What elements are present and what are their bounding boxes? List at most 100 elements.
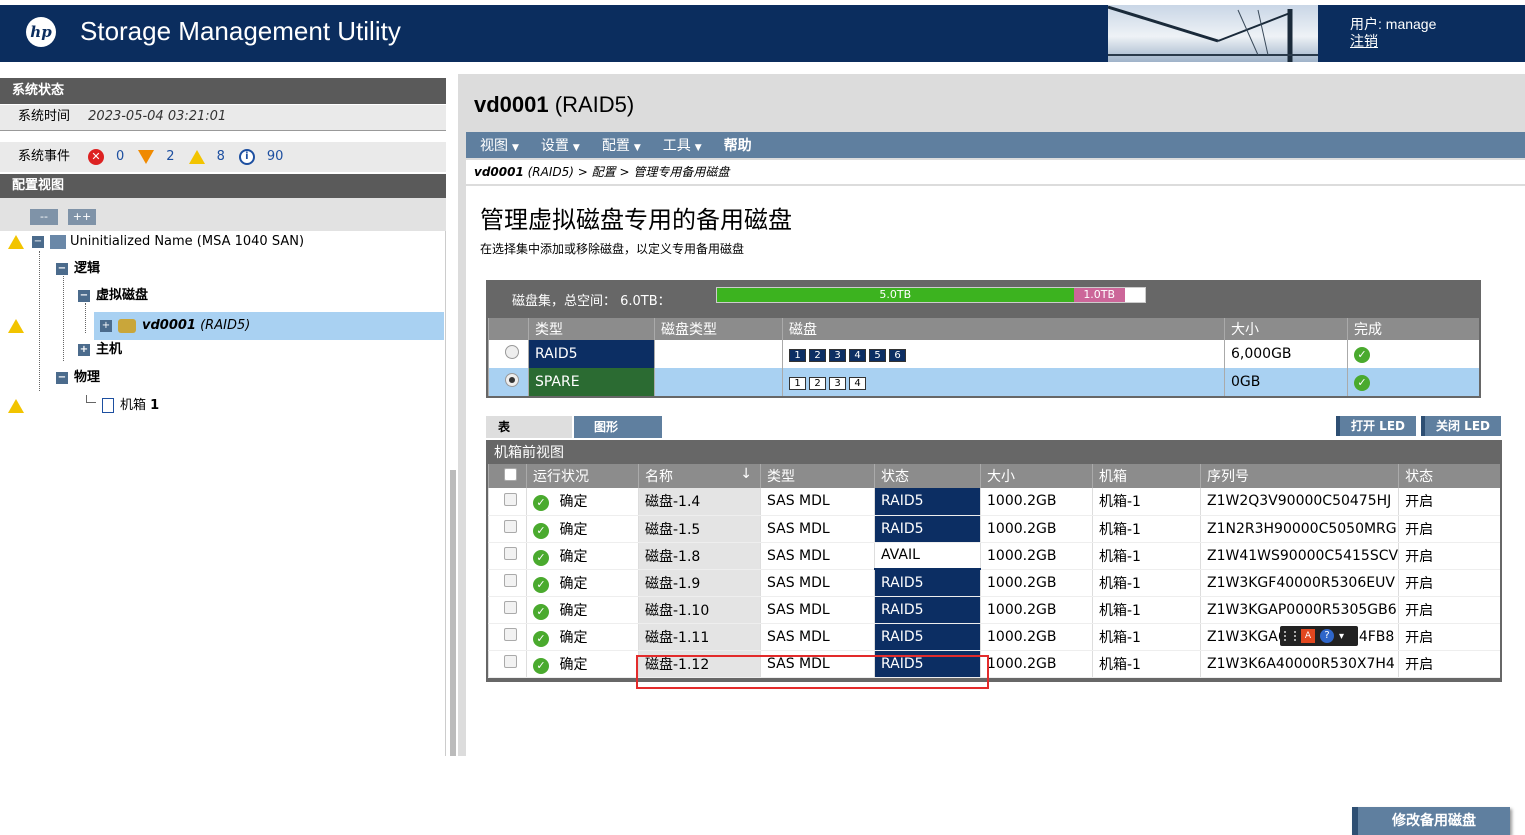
done-cell: ✓ <box>1347 340 1479 368</box>
left-panel: 系统状态 系统时间 2023-05-04 03:21:01 系统事件 ✕ 0 2… <box>0 74 450 756</box>
size-cell: 1000.2GB <box>980 623 1093 651</box>
system-status-title: 系统状态 <box>0 78 446 104</box>
checkbox-cell[interactable] <box>488 650 527 678</box>
warning-count[interactable]: 8 <box>217 142 225 172</box>
checkbox-cell[interactable] <box>488 623 527 651</box>
row-checkbox[interactable] <box>504 628 517 641</box>
collapse-toggle-icon[interactable]: − <box>78 289 90 302</box>
check-icon: ✓ <box>533 549 549 566</box>
checkbox-cell[interactable] <box>488 515 527 543</box>
col-enclosure[interactable]: 机箱 <box>1092 464 1201 488</box>
disk-slot[interactable]: 6 <box>889 349 906 362</box>
warning-icon <box>8 235 24 249</box>
row-checkbox[interactable] <box>504 547 517 560</box>
critical-icon: ✕ <box>88 149 105 165</box>
disk-slot[interactable]: 2 <box>809 349 826 362</box>
tree-hosts-label: 主机 <box>96 342 123 357</box>
breadcrumb-vd[interactable]: vd0001 <box>474 165 524 179</box>
table-row[interactable]: ✓ 确定 磁盘-1.5 SAS MDL RAID5 1000.2GB 机箱-1 Z1N2R3… <box>488 515 1500 543</box>
table-row[interactable]: ✓ 确定 磁盘-1.10 SAS MDL RAID5 1000.2GB 机箱-1 Z1W3K… <box>488 596 1500 624</box>
enclosure-cell: 机箱-1 <box>1092 542 1201 570</box>
critical-count[interactable]: 0 <box>116 142 124 172</box>
tree-vdisks-label: 虚拟磁盘 <box>96 288 149 303</box>
col-health[interactable]: 运行状况 <box>526 464 639 488</box>
expand-toggle-icon[interactable]: + <box>100 319 112 332</box>
tree-node-vd0001[interactable]: + vd0001 (RAID5) <box>100 315 250 337</box>
row-checkbox[interactable] <box>504 601 517 614</box>
row-checkbox[interactable] <box>504 655 517 668</box>
health-cell: ✓ 确定 <box>526 488 639 516</box>
row-checkbox[interactable] <box>504 492 517 506</box>
menu-help[interactable]: 帮助 <box>724 135 752 155</box>
menu-settings[interactable]: 设置 ▼ <box>541 135 580 155</box>
capacity-free: 1.0TB <box>1073 288 1125 302</box>
table-row[interactable]: ✓ 确定 磁盘-1.8 SAS MDL AVAIL 1000.2GB 机箱-1 Z1W41W… <box>488 542 1500 570</box>
col-status[interactable]: 状态 <box>874 464 981 488</box>
col-type[interactable]: 类型 <box>760 464 875 488</box>
name-cell: 磁盘-1.9 <box>638 569 761 597</box>
col-serial[interactable]: 序列号 <box>1199 464 1399 488</box>
row-checkbox[interactable] <box>504 574 517 587</box>
check-icon: ✓ <box>1354 346 1370 363</box>
grip-icon[interactable] <box>1284 631 1296 641</box>
panel-splitter[interactable] <box>450 470 456 756</box>
radio-button[interactable] <box>504 345 519 359</box>
row-checkbox[interactable] <box>504 520 517 533</box>
disk-slot[interactable]: 3 <box>829 349 846 362</box>
disk-slot[interactable]: 1 <box>789 349 806 362</box>
error-count[interactable]: 2 <box>166 142 174 172</box>
disk-slot[interactable]: 4 <box>849 377 866 390</box>
tree-node-physical[interactable]: − 物理 <box>56 367 100 389</box>
radio-button[interactable] <box>504 373 519 387</box>
tree-node-logical[interactable]: − 逻辑 <box>56 258 100 280</box>
tree-node-hosts[interactable]: + 主机 <box>78 339 122 361</box>
select-all-checkbox[interactable] <box>504 467 517 481</box>
health-label: 确定 <box>559 521 588 538</box>
collapse-toggle-icon[interactable]: − <box>32 235 44 248</box>
collapse-all-button[interactable]: -- <box>30 209 58 225</box>
help-icon[interactable]: ? <box>1320 629 1334 643</box>
system-events-label: 系统事件 <box>18 149 71 164</box>
collapse-toggle-icon[interactable]: − <box>56 262 68 275</box>
logout-link[interactable]: 注销 <box>1350 31 1378 51</box>
info-count[interactable]: 90 <box>267 142 284 172</box>
col-size[interactable]: 大小 <box>980 464 1093 488</box>
tree-connector <box>85 303 86 333</box>
table-row[interactable]: ✓ 确定 磁盘-1.9 SAS MDL RAID5 1000.2GB 机箱-1 Z1W3KG… <box>488 569 1500 597</box>
checkbox-cell[interactable] <box>488 596 527 624</box>
floating-toolbar[interactable]: A ? ▾ <box>1280 626 1358 646</box>
disk-slot[interactable]: 1 <box>789 377 806 390</box>
expand-all-button[interactable]: ++ <box>68 209 96 225</box>
checkbox-cell[interactable] <box>488 542 527 570</box>
disk-slot[interactable]: 3 <box>829 377 846 390</box>
table-row[interactable]: ✓ 确定 磁盘-1.4 SAS MDL RAID5 1000.2GB 机箱-1 Z1W2Q3… <box>488 488 1500 516</box>
select-cell[interactable] <box>488 340 529 368</box>
menu-view[interactable]: 视图 ▼ <box>480 135 519 155</box>
select-cell[interactable] <box>488 368 529 396</box>
tree-node-vdisks[interactable]: − 虚拟磁盘 <box>78 285 148 307</box>
table-row[interactable]: SPARE 1234 0GB ✓ <box>488 368 1479 396</box>
collapse-toggle-icon[interactable]: − <box>56 371 68 384</box>
system-events-row[interactable]: 系统事件 ✕ 0 2 8 i 90 <box>0 142 446 172</box>
modify-spares-button[interactable]: 修改备用磁盘 <box>1352 807 1510 835</box>
tree-node-enclosure[interactable]: 机箱 1 <box>86 395 159 417</box>
pdf-icon[interactable]: A <box>1301 629 1315 643</box>
checkbox-cell[interactable] <box>488 569 527 597</box>
disk-slot[interactable]: 5 <box>869 349 886 362</box>
col-name[interactable]: 名称 ↓ <box>638 464 761 488</box>
menu-config[interactable]: 配置 ▼ <box>602 135 641 155</box>
col-state[interactable]: 状态 <box>1398 464 1500 488</box>
led-off-button[interactable]: 关闭 LED <box>1421 416 1501 436</box>
disk-slot[interactable]: 4 <box>849 349 866 362</box>
table-row[interactable]: RAID5 123456 6,000GB ✓ <box>488 340 1479 368</box>
menu-tools[interactable]: 工具 ▼ <box>663 135 702 155</box>
chevron-down-icon[interactable]: ▾ <box>1339 631 1344 642</box>
tab-table[interactable]: 表 <box>486 416 572 438</box>
disk-slot[interactable]: 2 <box>809 377 826 390</box>
checkbox-cell[interactable] <box>488 488 527 516</box>
led-on-button[interactable]: 打开 LED <box>1336 416 1416 436</box>
system-time-value: 2023-05-04 03:21:01 <box>88 109 227 124</box>
tree-node-root[interactable]: − Uninitialized Name (MSA 1040 SAN) <box>32 231 304 253</box>
expand-toggle-icon[interactable]: + <box>78 343 90 356</box>
tab-graph[interactable]: 图形 <box>574 416 662 438</box>
